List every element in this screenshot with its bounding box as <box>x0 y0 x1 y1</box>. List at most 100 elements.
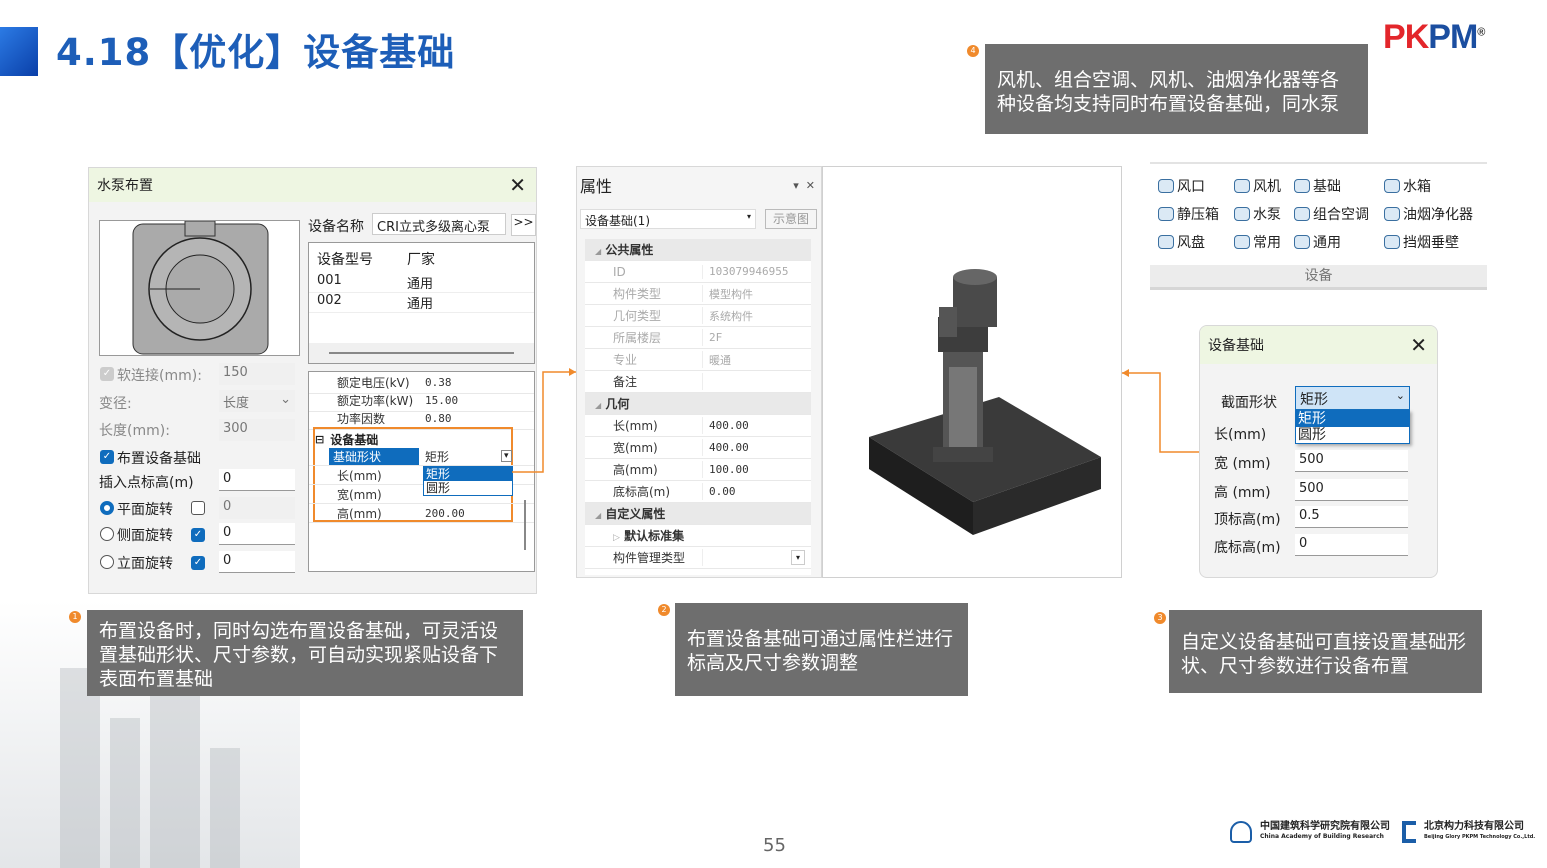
shape-dropdown-list: 矩形 圆形 <box>1295 410 1410 444</box>
ribbon-item-label: 风口 <box>1177 179 1205 195</box>
property-row[interactable]: 高(mm) 100.00 <box>585 459 811 481</box>
ribbon-item-label: 常用 <box>1253 235 1281 251</box>
ribbon-item-label: 风机 <box>1253 179 1281 195</box>
ribbon-item[interactable]: 组合空调 <box>1294 204 1369 224</box>
property-value[interactable]: 模型构件 <box>703 286 753 302</box>
property-grid: ◢ 公共属性 ID 103079946955 构件类型 模型构件 几何类型 系统构件 所属楼层… <box>585 239 811 575</box>
property-row[interactable]: ID 103079946955 <box>585 261 811 283</box>
dropdown-arrow-icon[interactable]: ▾ <box>790 550 805 565</box>
property-value[interactable]: 400.00 <box>703 441 749 454</box>
property-key: 备注 <box>585 373 703 390</box>
equipment-icon <box>1234 207 1250 221</box>
ribbon-item[interactable]: 油烟净化器 <box>1384 204 1473 224</box>
org2-name-en: Beijing Glory PKPM Technology Co.,Ltd. <box>1424 834 1536 840</box>
property-row[interactable]: 专业 暖通 <box>585 349 811 371</box>
equipment-icon <box>1384 207 1400 221</box>
field-input[interactable]: 500 <box>1295 450 1408 472</box>
property-row[interactable]: 构件类型 模型构件 <box>585 283 811 305</box>
property-row[interactable]: 备注 <box>585 371 811 393</box>
ribbon-item[interactable]: 水箱 <box>1384 176 1431 196</box>
subsection-name: 默认标准集 <box>624 529 685 543</box>
equipment-base-dialog: 设备基础 ✕ 截面形状 矩形 ⌄ 矩形 圆形 长(mm) 宽 (mm) 500 高 (mm… <box>1199 325 1438 578</box>
ribbon-item[interactable]: 静压箱 <box>1158 204 1219 224</box>
ribbon-item[interactable]: 风机 <box>1234 176 1281 196</box>
page-number: 55 <box>763 835 786 856</box>
close-icon[interactable]: ✕ <box>1410 333 1427 357</box>
chevron-down-icon: ▾ <box>746 212 751 221</box>
ribbon-item[interactable]: 风口 <box>1158 176 1205 196</box>
expand-icon[interactable]: ▷ <box>613 533 620 543</box>
section-header[interactable]: ◢ 公共属性 <box>585 239 811 261</box>
property-key: ID <box>585 264 703 279</box>
section-name: 自定义属性 <box>605 507 666 521</box>
ribbon-item[interactable]: 常用 <box>1234 232 1281 252</box>
cabr-logo-icon <box>1230 821 1252 843</box>
property-value[interactable]: 400.00 <box>703 419 749 432</box>
property-row[interactable]: 几何类型 系统构件 <box>585 305 811 327</box>
collapse-icon[interactable]: ◢ <box>595 511 601 520</box>
ribbon-item-label: 通用 <box>1313 235 1341 251</box>
ribbon-item[interactable]: 通用 <box>1294 232 1341 252</box>
ribbon-item[interactable]: 风盘 <box>1158 232 1205 252</box>
ribbon-item-label: 静压箱 <box>1177 207 1219 223</box>
property-value[interactable]: 0.00 <box>703 485 736 498</box>
property-key: 专业 <box>585 351 703 368</box>
ribbon-item-label: 挡烟垂壁 <box>1403 235 1459 251</box>
property-value[interactable]: 100.00 <box>703 463 749 476</box>
property-value[interactable]: 系统构件 <box>703 308 753 324</box>
field-input[interactable]: 0 <box>1295 534 1408 556</box>
glory-logo-icon <box>1402 821 1416 843</box>
close-icon[interactable]: ✕ <box>806 179 815 192</box>
dialog-title: 设备基础 <box>1208 338 1264 354</box>
option-rectangle[interactable]: 矩形 <box>1296 411 1409 427</box>
section-shape-select[interactable]: 矩形 ⌄ <box>1295 386 1410 410</box>
subsection-header[interactable]: ▷ 默认标准集 <box>585 525 811 547</box>
equipment-icon <box>1384 235 1400 249</box>
property-row[interactable]: 所属楼层 2F <box>585 327 811 349</box>
equipment-ribbon: 设备 风口 风机 基础 水箱静压箱 水泵 组合空调 油烟净化器风盘 常用 通用 挡烟垂壁 <box>1150 162 1487 290</box>
ribbon-group-label: 设备 <box>1150 265 1487 287</box>
field-input[interactable]: 500 <box>1295 479 1408 501</box>
property-key: 所属楼层 <box>585 329 703 346</box>
property-key: 宽(mm) <box>585 439 703 456</box>
property-row[interactable]: 长(mm) 400.00 <box>585 415 811 437</box>
property-value[interactable]: 103079946955 <box>703 265 788 278</box>
equipment-icon <box>1294 207 1310 221</box>
selection-value: 设备基础(1) <box>585 214 650 228</box>
callout-1: 布置设备时，同时勾选布置设备基础，可灵活设置基础形状、尺寸参数，可自动实现紧贴设… <box>87 610 523 696</box>
ribbon-item[interactable]: 水泵 <box>1234 204 1281 224</box>
option-circle[interactable]: 圆形 <box>1296 427 1409 443</box>
property-value[interactable]: 暖通 <box>703 352 731 368</box>
equipment-icon <box>1234 235 1250 249</box>
3d-viewport[interactable] <box>822 166 1122 578</box>
ribbon-item-label: 水泵 <box>1253 207 1281 223</box>
diagram-button[interactable]: 示意图 <box>765 209 817 229</box>
property-key: 长(mm) <box>585 417 703 434</box>
equipment-icon <box>1234 179 1250 193</box>
section-header[interactable]: ◢ 几何 <box>585 393 811 415</box>
collapse-icon[interactable]: ◢ <box>595 401 601 410</box>
org2-name: 北京构力科技有限公司 <box>1424 821 1524 832</box>
property-row[interactable]: 宽(mm) 400.00 <box>585 437 811 459</box>
ribbon-item-label: 油烟净化器 <box>1403 207 1473 223</box>
chevron-down-icon: ⌄ <box>1395 389 1405 402</box>
property-value[interactable]: 2F <box>703 331 722 344</box>
equipment-icon <box>1158 235 1174 249</box>
ribbon-item-label: 风盘 <box>1177 235 1205 251</box>
selection-dropdown[interactable]: 设备基础(1) ▾ <box>580 209 756 229</box>
ribbon-item[interactable]: 挡烟垂壁 <box>1384 232 1459 252</box>
section-shape-value: 矩形 <box>1300 392 1328 408</box>
section-header[interactable]: ◢ 自定义属性 <box>585 503 811 525</box>
field-label: 宽 (mm) <box>1214 456 1271 472</box>
pin-dropdown-icon[interactable]: ▾ <box>793 179 799 192</box>
property-row[interactable]: 构件管理类型 ▾ <box>585 547 811 569</box>
equipment-icon <box>1294 235 1310 249</box>
callout-2: 布置设备基础可通过属性栏进行标高及尺寸参数调整 <box>675 603 968 696</box>
property-row[interactable]: 底标高(m) 0.00 <box>585 481 811 503</box>
footer-logos: 中国建筑科学研究院有限公司 China Academy of Building R… <box>1230 821 1535 843</box>
ribbon-item[interactable]: 基础 <box>1294 176 1341 196</box>
collapse-icon[interactable]: ◢ <box>595 247 601 256</box>
section-name: 几何 <box>605 397 630 411</box>
field-input[interactable]: 0.5 <box>1295 506 1408 528</box>
panel-title: 属性 <box>580 177 613 196</box>
